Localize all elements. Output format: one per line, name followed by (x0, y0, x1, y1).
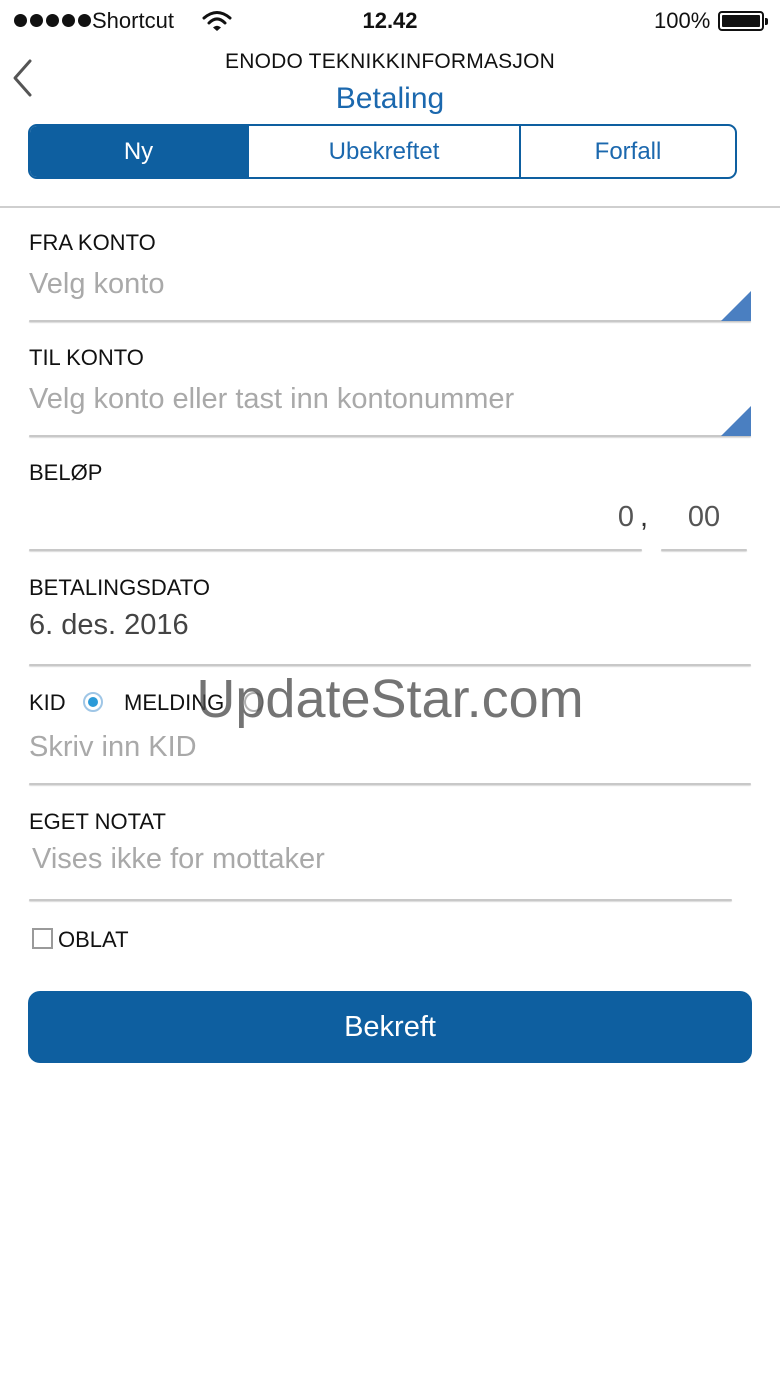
belop-whole-input[interactable]: 0 (500, 501, 634, 534)
kid-label: KID (29, 690, 66, 715)
melding-radio[interactable] (244, 692, 264, 712)
belop-decimals-underline (661, 549, 747, 551)
tab-ubekreftet[interactable]: Ubekreftet (247, 126, 519, 177)
til-konto-input[interactable]: Velg konto eller tast inn kontonummer (29, 383, 514, 416)
betalingsdato-label: BETALINGSDATO (29, 575, 210, 600)
fra-konto-label: FRA KONTO (29, 230, 156, 255)
tab-forfall[interactable]: Forfall (519, 126, 735, 177)
dropdown-triangle-icon[interactable] (721, 406, 751, 436)
oblat-checkbox[interactable] (32, 928, 53, 949)
status-bar: Shortcut 12.42 100% (0, 0, 780, 44)
betalingsdato-picker[interactable]: 6. des. 2016 (29, 609, 189, 642)
melding-label: MELDING (124, 690, 225, 715)
tab-ny[interactable]: Ny (30, 126, 247, 177)
kid-input[interactable]: Skriv inn KID (29, 731, 197, 764)
til-konto-underline (29, 435, 751, 437)
belop-decimals-input[interactable]: 00 (662, 501, 746, 534)
header-divider (0, 206, 780, 208)
confirm-button[interactable]: Bekreft (28, 991, 752, 1063)
belop-separator: , (640, 501, 649, 533)
watermark: UpdateStar.com (196, 669, 584, 729)
page-title: Betaling (335, 82, 445, 115)
fra-konto-select[interactable]: Velg konto (29, 268, 164, 301)
belop-label: BELØP (29, 460, 103, 485)
payment-tabs: Ny Ubekreftet Forfall (28, 124, 737, 179)
eget-notat-input[interactable]: Vises ikke for mottaker (32, 843, 325, 876)
fra-konto-underline (29, 320, 751, 322)
eget-notat-underline (29, 899, 732, 901)
belop-whole-underline (29, 549, 642, 551)
kid-underline (29, 783, 751, 785)
oblat-label: OBLAT (58, 927, 129, 952)
til-konto-label: TIL KONTO (29, 345, 144, 370)
betalingsdato-underline (29, 664, 751, 666)
dropdown-triangle-icon[interactable] (721, 291, 751, 321)
app-title: ENODO TEKNIKKINFORMASJON (225, 50, 555, 73)
kid-radio[interactable] (83, 692, 103, 712)
eget-notat-label: EGET NOTAT (29, 809, 166, 834)
battery-icon (718, 11, 768, 31)
battery-percent: 100% (654, 8, 711, 33)
